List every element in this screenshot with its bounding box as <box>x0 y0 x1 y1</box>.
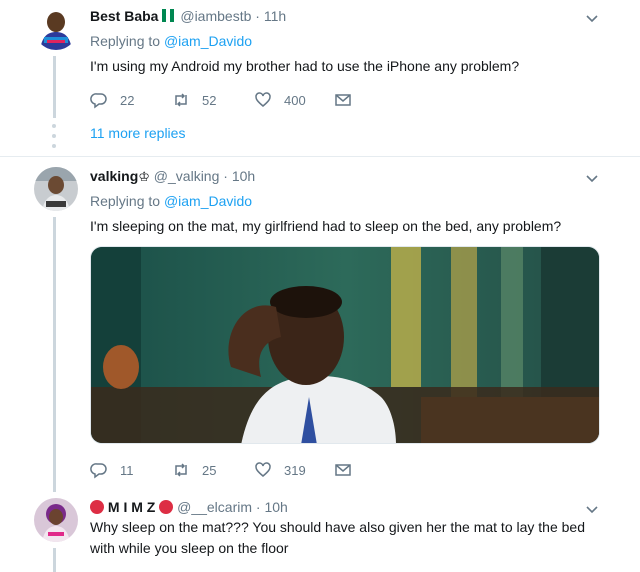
thread-dots <box>52 124 56 154</box>
user-handle[interactable]: @_valking <box>154 168 220 184</box>
avatar[interactable] <box>34 6 78 50</box>
reply-icon <box>90 463 107 479</box>
timestamp[interactable]: · 10h <box>256 499 288 515</box>
replying-to: Replying to @iam_Davido <box>90 193 252 209</box>
tweet-best-baba[interactable]: Best Baba @iambestb · 11h Replying to @i… <box>0 0 640 156</box>
tweet-header: M I M Z @__elcarim · 10h <box>90 499 288 515</box>
heart-icon <box>255 92 271 107</box>
retweet-button[interactable]: 25 <box>172 459 216 481</box>
thread-line <box>53 548 56 572</box>
display-name[interactable]: valking <box>90 168 138 184</box>
red-circle-icon <box>90 500 104 514</box>
reply-count: 11 <box>120 462 134 478</box>
avatar[interactable] <box>34 498 78 542</box>
tweet-actions: 11 25 319 <box>90 459 370 481</box>
direct-message-button[interactable] <box>334 459 352 481</box>
thread-line <box>53 217 56 485</box>
more-replies-link[interactable]: 11 more replies <box>90 125 185 141</box>
reply-count: 22 <box>120 92 135 108</box>
display-name[interactable]: M I M Z <box>108 499 155 515</box>
tweet-header: Best Baba @iambestb · 11h <box>90 8 286 24</box>
replying-to-label: Replying to <box>90 193 164 209</box>
thread-line <box>53 56 56 118</box>
mail-icon <box>335 94 351 106</box>
direct-message-button[interactable] <box>334 89 352 111</box>
retweet-count: 25 <box>202 462 217 478</box>
reply-icon <box>90 93 107 109</box>
timestamp[interactable]: · 10h <box>223 168 255 184</box>
thread-line <box>53 484 56 492</box>
retweet-button[interactable]: 52 <box>172 89 216 111</box>
user-handle[interactable]: @__elcarim <box>177 499 252 515</box>
heart-icon <box>255 462 271 477</box>
like-count: 400 <box>284 92 306 108</box>
reply-button[interactable]: 22 <box>90 89 134 111</box>
chevron-down-icon[interactable] <box>584 170 600 186</box>
chevron-down-icon[interactable] <box>584 501 600 517</box>
reply-button[interactable]: 11 <box>90 459 134 481</box>
nigeria-flag-icon <box>162 9 175 22</box>
like-count: 319 <box>284 462 306 478</box>
tweet-actions: 22 52 400 <box>90 89 370 111</box>
avatar[interactable] <box>34 167 78 211</box>
tweet-text: I'm using my Android my brother had to u… <box>90 58 520 74</box>
red-circle-icon <box>159 500 174 514</box>
tweet-text: Why sleep on the mat??? You should have … <box>90 519 585 556</box>
replying-to-handle[interactable]: @iam_Davido <box>164 33 252 49</box>
timestamp[interactable]: · 11h <box>255 8 286 24</box>
replying-to: Replying to @iam_Davido <box>90 33 252 49</box>
display-name[interactable]: Best Baba <box>90 8 158 24</box>
like-button[interactable]: 400 <box>254 89 306 111</box>
like-button[interactable]: 319 <box>254 459 306 481</box>
tweet-text: I'm sleeping on the mat, my girlfriend h… <box>90 218 562 234</box>
tweet-image[interactable] <box>90 246 600 444</box>
tweet-header: valking♔ @_valking · 10h <box>90 168 255 185</box>
user-handle[interactable]: @iambestb <box>180 8 251 24</box>
retweet-count: 52 <box>202 92 217 108</box>
tweet-mimz[interactable]: M I M Z @__elcarim · 10h Why sleep on th… <box>0 484 640 572</box>
chevron-down-icon[interactable] <box>584 10 600 26</box>
replying-to-label: Replying to <box>90 33 164 49</box>
retweet-icon <box>175 93 187 107</box>
retweet-icon <box>175 463 187 477</box>
mail-icon <box>335 464 351 476</box>
crown-icon: ♔ <box>138 169 150 184</box>
replying-to-handle[interactable]: @iam_Davido <box>164 193 252 209</box>
